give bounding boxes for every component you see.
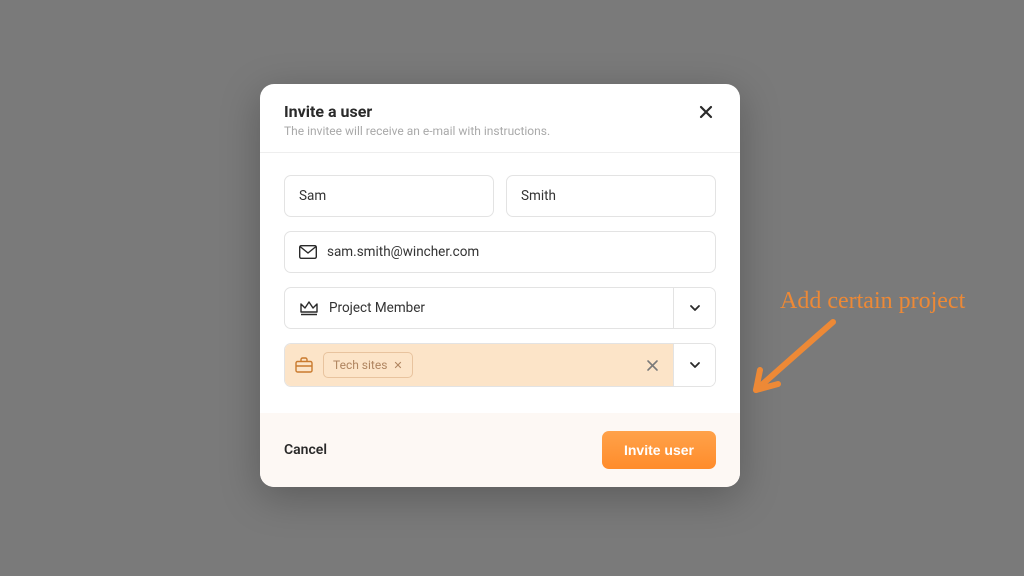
annotation-text: Add certain project [780,288,965,315]
close-icon [646,359,659,372]
email-input[interactable]: sam.smith@wincher.com [284,231,716,273]
modal-footer: Cancel Invite user [260,413,740,487]
close-icon [698,104,714,120]
first-name-value: Sam [299,188,326,204]
last-name-input[interactable]: Smith [506,175,716,217]
project-clear-button[interactable] [642,355,663,376]
role-dropdown-toggle[interactable] [673,288,715,328]
modal-title: Invite a user [284,102,550,121]
project-chip[interactable]: Tech sites ✕ [323,352,413,378]
chevron-down-icon [688,301,702,315]
first-name-input[interactable]: Sam [284,175,494,217]
modal-header: Invite a user The invitee will receive a… [260,84,740,153]
close-button[interactable] [696,102,716,122]
invite-user-modal: Invite a user The invitee will receive a… [260,84,740,487]
modal-body: Sam Smith sam.smith@wincher.com Project … [260,153,740,413]
envelope-icon [299,245,317,259]
invite-user-button[interactable]: Invite user [602,431,716,469]
role-select-body: Project Member [285,288,673,328]
briefcase-icon [295,357,313,373]
role-value: Project Member [329,300,425,316]
project-chip-label: Tech sites [333,358,387,372]
project-select-body: Tech sites ✕ [285,344,673,386]
cancel-button[interactable]: Cancel [284,442,327,458]
annotation-arrow [738,312,848,412]
last-name-value: Smith [521,188,556,204]
crown-icon [299,300,319,316]
project-select[interactable]: Tech sites ✕ [284,343,716,387]
chevron-down-icon [688,358,702,372]
email-value: sam.smith@wincher.com [327,244,479,260]
modal-subtitle: The invitee will receive an e-mail with … [284,124,550,138]
role-select[interactable]: Project Member [284,287,716,329]
project-dropdown-toggle[interactable] [673,344,715,386]
project-chip-remove[interactable]: ✕ [393,359,402,372]
